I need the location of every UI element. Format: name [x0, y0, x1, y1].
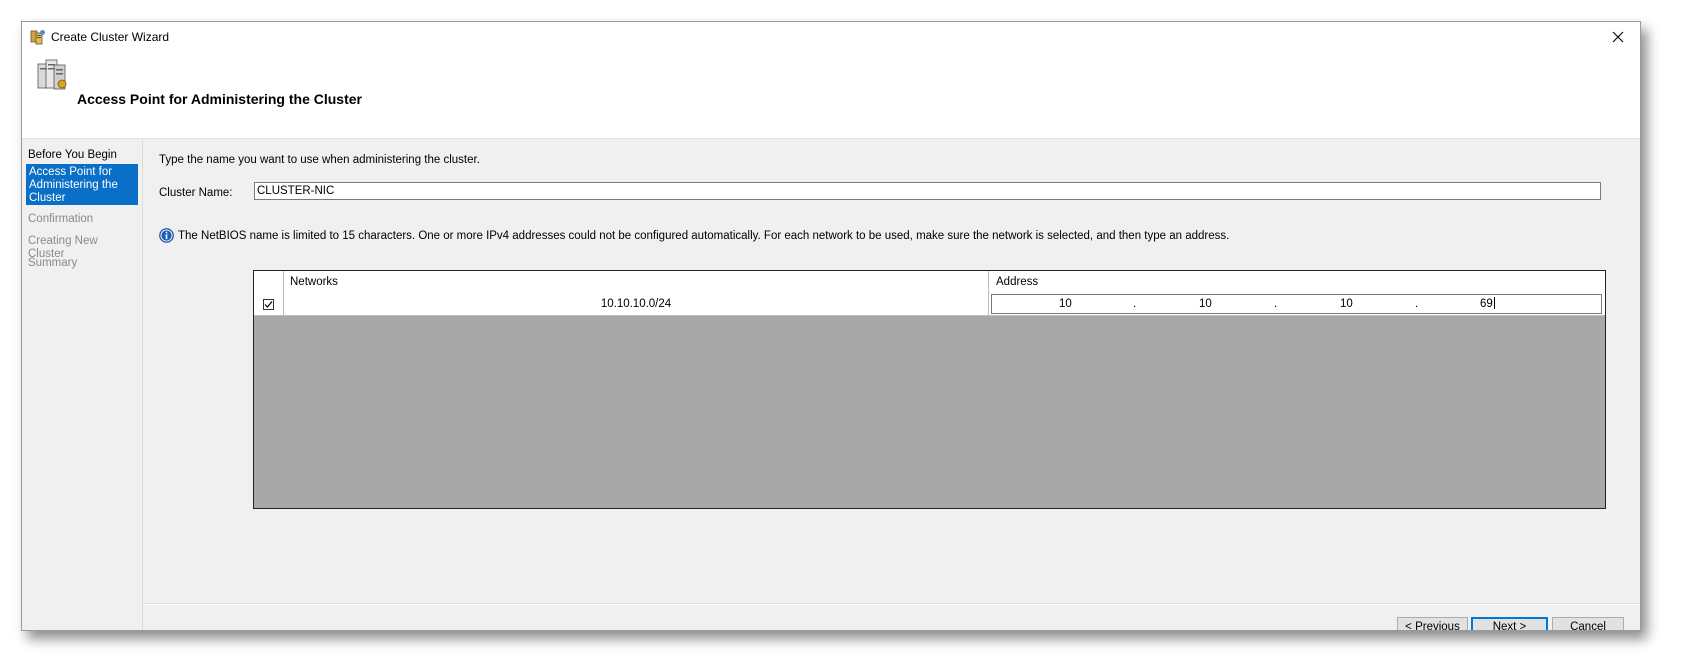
table-row: 10.10.10.0/24 10 . 10 . 10 . 69	[254, 293, 1605, 316]
cluster-servers-icon	[35, 56, 71, 92]
cluster-name-input[interactable]	[254, 182, 1601, 200]
ip-octet-2[interactable]: 10	[1199, 295, 1212, 313]
cluster-wizard-icon	[30, 29, 46, 45]
instruction-text: Type the name you want to use when admin…	[159, 154, 480, 166]
title-bar: Create Cluster Wizard	[22, 22, 1640, 52]
footer-separator	[143, 603, 1640, 605]
nav-step-summary: Summary	[28, 257, 78, 269]
grid-header-check-column	[254, 271, 284, 293]
create-cluster-wizard-window: Create Cluster Wizard Access Point for A…	[21, 21, 1641, 631]
previous-button[interactable]: < Previous	[1397, 617, 1468, 631]
cancel-button-label: Cancel	[1570, 620, 1606, 631]
networks-grid: Networks Address 10.10.10.0/24 10 . 10 .	[253, 270, 1606, 509]
cluster-name-label: Cluster Name:	[159, 187, 233, 199]
nav-step-access-point[interactable]: Access Point for Administering the Clust…	[26, 164, 138, 205]
network-select-cell	[254, 293, 284, 315]
wizard-header: Access Point for Administering the Clust…	[22, 52, 1640, 139]
page-title: Access Point for Administering the Clust…	[77, 91, 362, 107]
wizard-steps-nav: Before You Begin Access Point for Admini…	[22, 139, 143, 630]
checkmark-icon	[264, 300, 273, 308]
ip-octet-4[interactable]: 69	[1480, 298, 1493, 310]
nav-step-confirmation: Confirmation	[28, 213, 94, 225]
network-checkbox[interactable]	[263, 298, 274, 310]
close-button[interactable]	[1596, 22, 1640, 52]
ip-octet-4-wrap[interactable]: 69	[1480, 295, 1495, 313]
next-button-label: Next >	[1492, 620, 1527, 631]
next-button[interactable]: Next >	[1471, 617, 1548, 631]
info-icon	[159, 228, 174, 246]
grid-header: Networks Address	[254, 271, 1605, 294]
info-message: The NetBIOS name is limited to 15 charac…	[178, 230, 1230, 242]
ip-octet-3[interactable]: 10	[1340, 295, 1353, 313]
grid-header-address: Address	[996, 276, 1039, 288]
ip-address-input[interactable]: 10 . 10 . 10 . 69	[991, 294, 1602, 314]
ip-dot-separator: .	[1415, 298, 1419, 310]
text-caret	[1493, 297, 1495, 309]
grid-header-networks: Networks	[284, 271, 989, 293]
window-title: Create Cluster Wizard	[51, 30, 170, 44]
ip-dot-separator: .	[1274, 298, 1278, 310]
network-cell: 10.10.10.0/24	[284, 293, 989, 315]
wizard-content: Type the name you want to use when admin…	[143, 139, 1640, 630]
close-icon	[1612, 31, 1624, 43]
cancel-button[interactable]: Cancel	[1552, 617, 1624, 631]
ip-dot-separator: .	[1133, 298, 1137, 310]
ip-octet-1[interactable]: 10	[1059, 295, 1072, 313]
previous-button-label: < Previous	[1405, 620, 1460, 631]
nav-step-before-you-begin[interactable]: Before You Begin	[26, 147, 138, 164]
